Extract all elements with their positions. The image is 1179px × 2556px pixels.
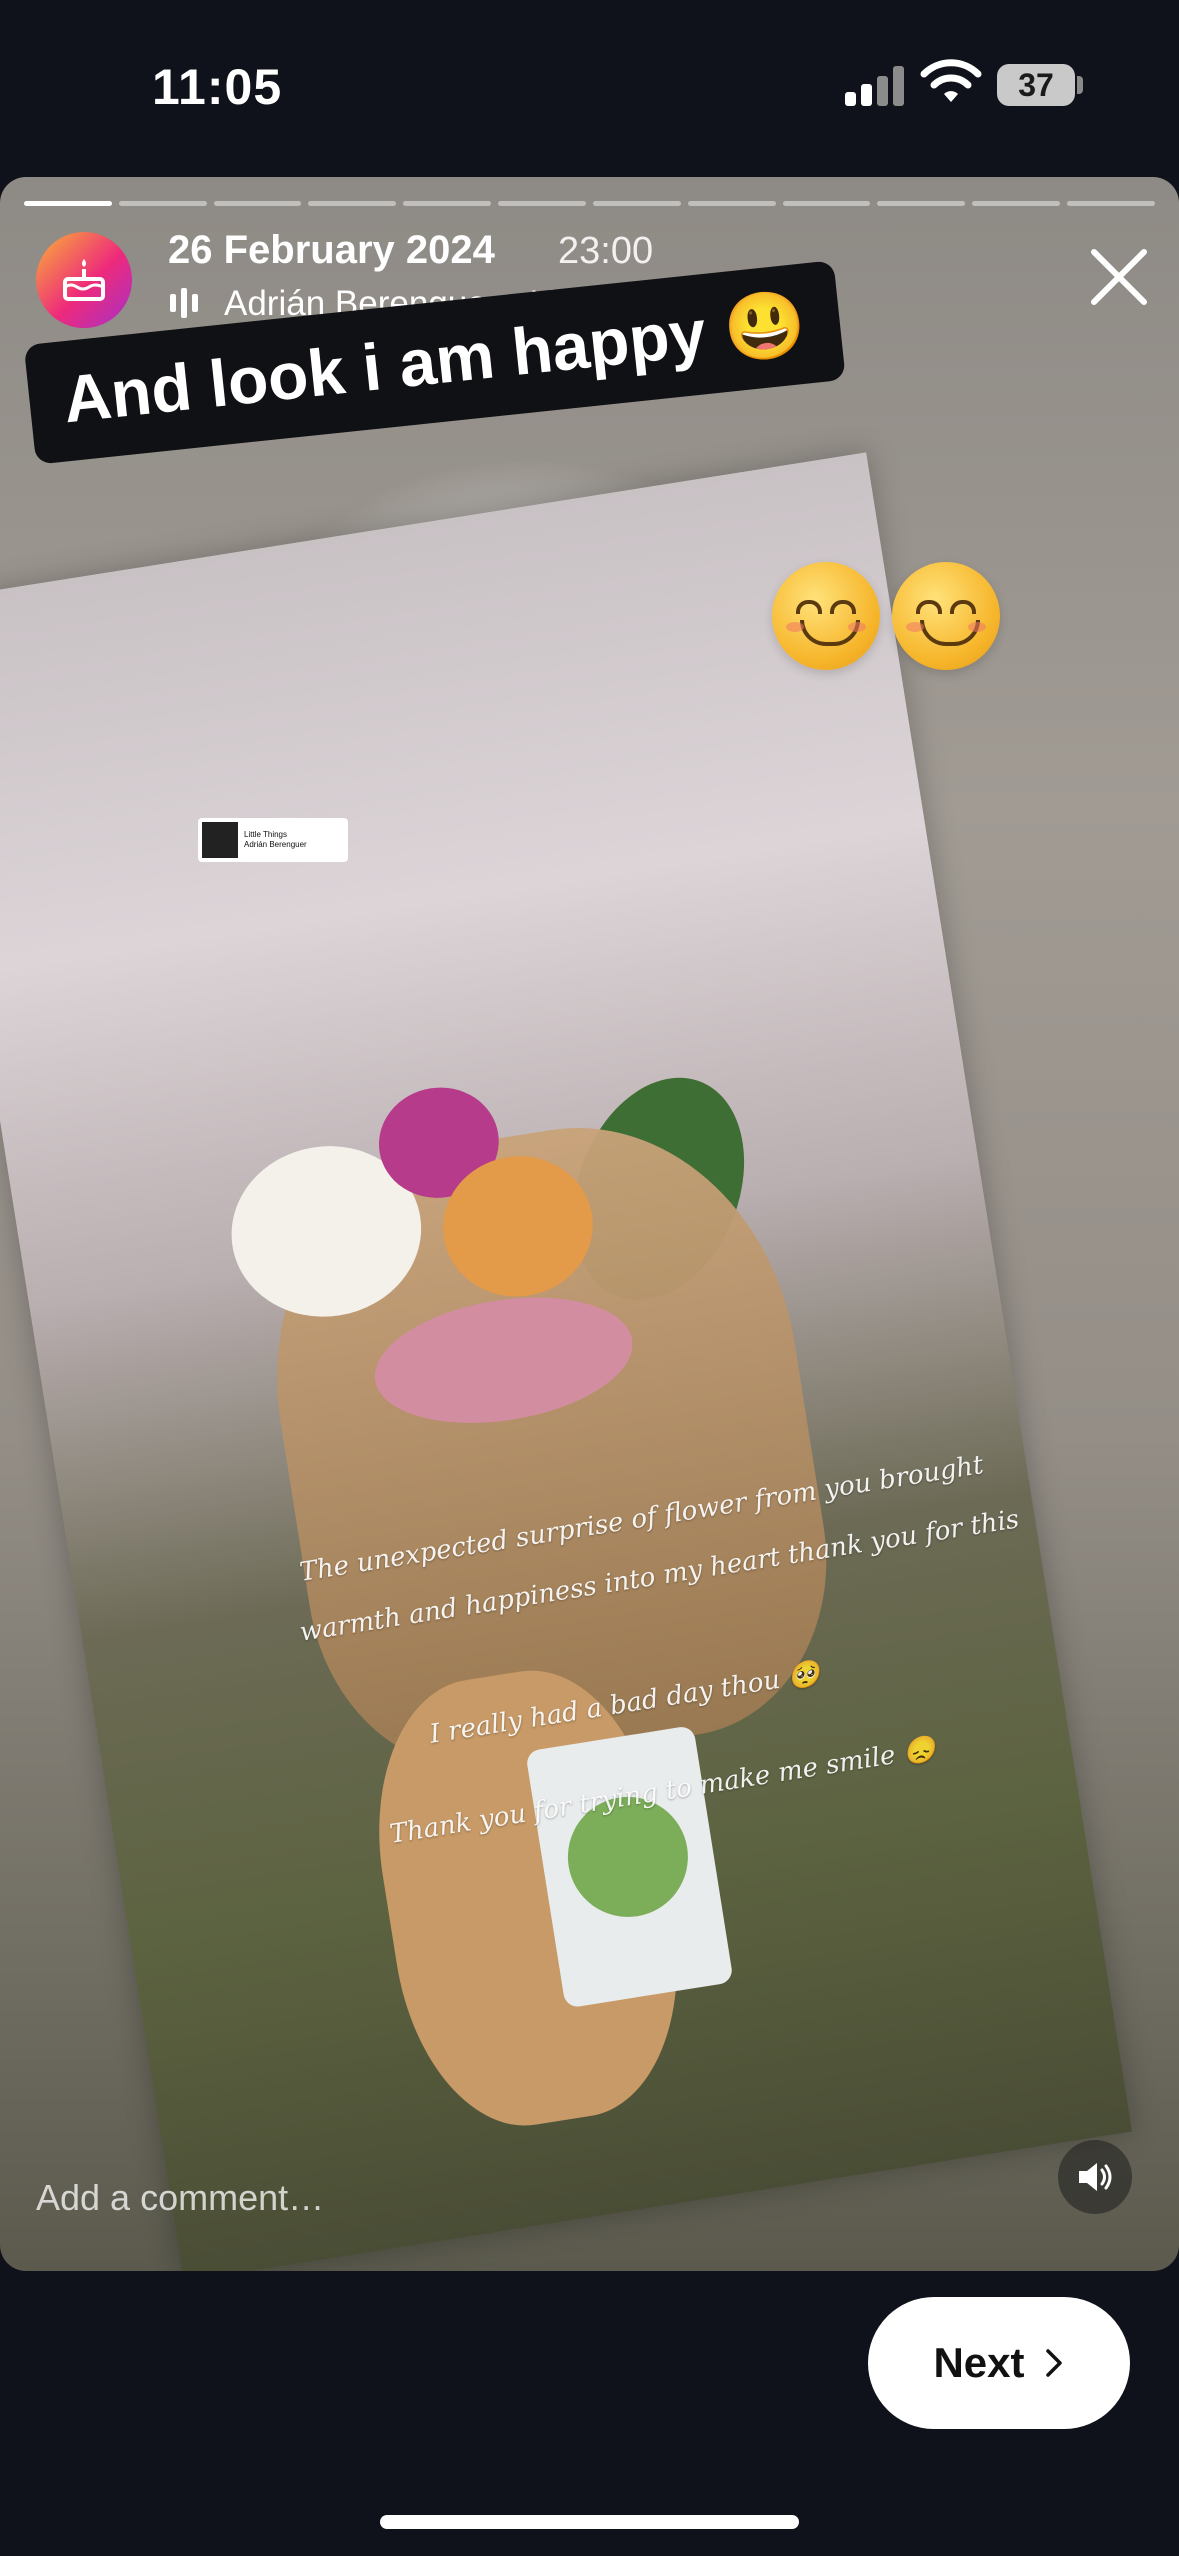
- close-icon[interactable]: [1082, 240, 1156, 314]
- audio-wave-icon: [170, 288, 206, 318]
- chevron-right-icon: [1045, 2349, 1062, 2377]
- birthday-cake-icon: [63, 259, 105, 301]
- smiling-emoji-sticker: [772, 562, 880, 670]
- next-button-label: Next: [933, 2339, 1025, 2386]
- story-progress-bar: [24, 201, 1155, 206]
- comment-input[interactable]: Add a comment…: [36, 2177, 324, 2219]
- progress-segment: [687, 201, 776, 206]
- progress-segment: [877, 201, 966, 206]
- progress-segment: [498, 201, 586, 206]
- progress-segment: [118, 201, 207, 206]
- progress-segment: [782, 201, 871, 206]
- home-indicator[interactable]: [380, 2515, 799, 2529]
- progress-segment: [308, 201, 397, 206]
- status-time: 11:05: [152, 59, 283, 115]
- sound-toggle-button[interactable]: [1058, 2140, 1132, 2214]
- smiling-emoji-sticker: [892, 562, 1000, 670]
- next-button[interactable]: Next: [868, 2297, 1130, 2429]
- progress-segment: [1067, 201, 1155, 206]
- story-time: 23:00: [558, 230, 654, 272]
- avatar[interactable]: [36, 232, 132, 328]
- speaker-icon: [1079, 2163, 1112, 2191]
- battery-tip: [1077, 76, 1083, 94]
- cellular-signal-icon: [845, 62, 905, 106]
- battery-icon: 37: [997, 64, 1075, 106]
- story-viewer[interactable]: [0, 177, 1179, 2271]
- progress-segment: [972, 201, 1061, 206]
- progress-segment: [24, 201, 112, 206]
- progress-segment: [403, 201, 492, 206]
- music-sticker-artist: Adrián Berenguer: [244, 840, 307, 849]
- music-sticker-title: Little Things: [244, 830, 287, 839]
- album-art-icon: [202, 822, 238, 858]
- wifi-icon: [920, 59, 982, 102]
- bouquet-photo: [0, 452, 1133, 2271]
- music-sticker[interactable]: Little Things Adrián Berenguer: [198, 818, 348, 862]
- story-date: 26 February 2024: [168, 228, 495, 272]
- progress-segment: [592, 201, 681, 206]
- progress-segment: [213, 201, 302, 206]
